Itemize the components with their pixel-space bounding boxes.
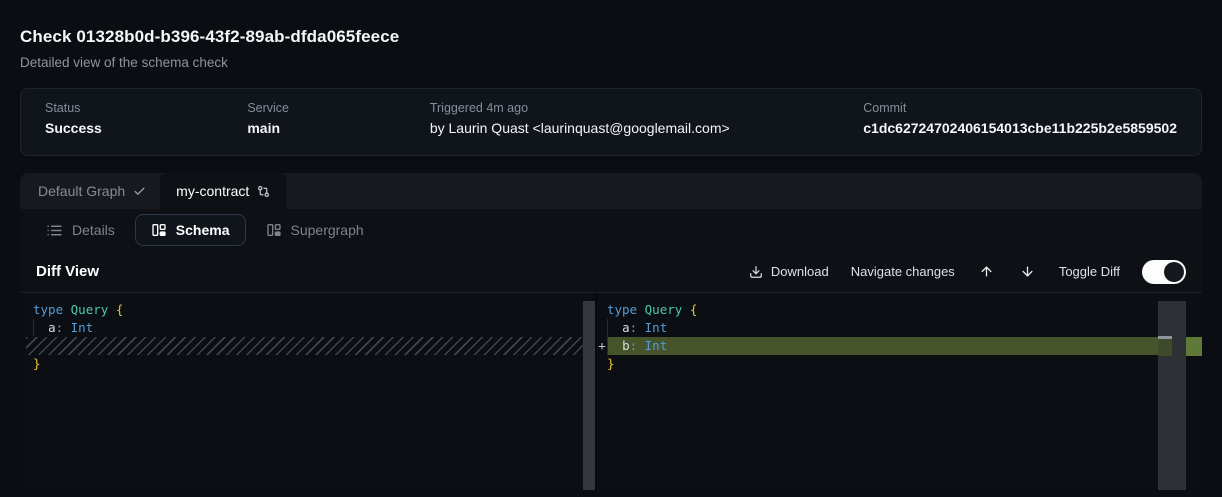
diff-toolbar-controls: Download Navigate changes Toggle Diff [749, 260, 1186, 284]
tab-supergraph[interactable]: Supergraph [256, 214, 374, 246]
columns-icon [151, 222, 167, 238]
tab-default-graph-label: Default Graph [38, 183, 125, 199]
page-title: Check 01328b0d-b396-43f2-89ab-dfda065fee… [20, 27, 1202, 47]
meta-status: Status Success [45, 101, 247, 155]
commit-value: c1dc62724702406154013cbe11b225b2e5859502 [863, 120, 1177, 136]
diff-editor-after[interactable]: type Query { a: Int+ b: Int} [597, 293, 1158, 490]
diff-line-content: } [607, 355, 1158, 373]
tab-default-graph[interactable]: Default Graph [20, 173, 160, 209]
meta-commit: Commit c1dc62724702406154013cbe11b225b2e… [863, 101, 1177, 155]
right-editor-scrollbar[interactable] [1158, 301, 1186, 490]
download-button-label: Download [771, 264, 829, 279]
diff-view-title: Diff View [36, 263, 99, 280]
check-meta-card: Status Success Service main Triggered 4m… [20, 88, 1202, 156]
tab-supergraph-label: Supergraph [291, 222, 364, 238]
columns-icon [266, 222, 282, 238]
left-editor-scrollbar[interactable] [583, 301, 595, 490]
commit-label: Commit [863, 101, 1177, 115]
indent-guide [33, 319, 34, 337]
service-value: main [247, 120, 430, 136]
diff-line-gutter: + [597, 337, 607, 355]
diff-left-code: type Query { a: Int} [20, 301, 583, 373]
page-header: Check 01328b0d-b396-43f2-89ab-dfda065fee… [0, 0, 1222, 70]
diff-toolbar: Diff View Download Navigate changes [20, 251, 1202, 293]
meta-service: Service main [247, 101, 430, 155]
diff-code-line: type Query { [20, 301, 583, 319]
toggle-diff-knob [1164, 262, 1184, 282]
diff-line-content: a: Int [20, 319, 583, 337]
schema-diff-viewer: type Query { a: Int} type Query { a: Int… [20, 293, 1202, 490]
indent-guide [607, 319, 608, 355]
diff-line-content: b: Int [607, 337, 1158, 355]
download-icon [749, 265, 763, 279]
scrollbar-added-line-tint [1158, 339, 1172, 356]
diff-line-content: a: Int [607, 319, 1158, 337]
toggle-diff-switch[interactable] [1142, 260, 1186, 284]
tab-my-contract[interactable]: my-contract [160, 173, 286, 209]
diff-line-content: type Query { [607, 301, 1158, 319]
diff-right-code: type Query { a: Int+ b: Int} [597, 301, 1158, 373]
list-icon [46, 222, 63, 239]
diff-line-content: } [20, 355, 583, 373]
diff-removed-placeholder-line [26, 337, 583, 355]
schema-check-page: Check 01328b0d-b396-43f2-89ab-dfda065fee… [0, 0, 1222, 497]
diff-code-line: type Query { [597, 301, 1158, 319]
diff-code-line: a: Int [20, 319, 583, 337]
triggered-value: by Laurin Quast <laurinquast@googlemail.… [430, 120, 863, 136]
diff-added-line: + b: Int [597, 337, 1158, 355]
diff-line-gutter [597, 319, 607, 337]
view-tab-bar: Details Schema Supergraph [20, 209, 1202, 251]
toggle-diff-label: Toggle Diff [1059, 264, 1120, 279]
git-compare-icon [257, 185, 270, 198]
diff-code-line: } [20, 355, 583, 373]
arrow-up-icon [979, 264, 994, 279]
tab-my-contract-label: my-contract [176, 183, 249, 199]
arrow-down-icon [1020, 264, 1035, 279]
added-change-marker [1186, 337, 1202, 356]
diff-line-content: type Query { [20, 301, 583, 319]
status-label: Status [45, 101, 247, 115]
meta-triggered: Triggered 4m ago by Laurin Quast <laurin… [430, 101, 863, 155]
graph-tab-strip: Default Graph my-contract [20, 173, 1202, 209]
diff-editor-before[interactable]: type Query { a: Int} [20, 293, 583, 490]
download-button[interactable]: Download [749, 264, 829, 279]
tab-details-label: Details [72, 222, 115, 238]
check-icon [133, 185, 146, 198]
tab-schema[interactable]: Schema [135, 214, 246, 246]
check-detail-panel: Details Schema Supergraph Diff View [20, 209, 1202, 490]
diff-line-gutter [597, 355, 607, 373]
diff-code-line: } [597, 355, 1158, 373]
diff-code-line: a: Int [597, 319, 1158, 337]
status-value: Success [45, 120, 247, 136]
previous-change-button[interactable] [977, 264, 996, 279]
page-subtitle: Detailed view of the schema check [20, 55, 1202, 70]
triggered-label: Triggered 4m ago [430, 101, 863, 115]
diff-overview-ruler[interactable] [1186, 293, 1202, 490]
tab-details[interactable]: Details [36, 214, 125, 246]
service-label: Service [247, 101, 430, 115]
tab-schema-label: Schema [176, 222, 230, 238]
diff-line-gutter [597, 301, 607, 319]
next-change-button[interactable] [1018, 264, 1037, 279]
navigate-changes-label: Navigate changes [851, 264, 955, 279]
